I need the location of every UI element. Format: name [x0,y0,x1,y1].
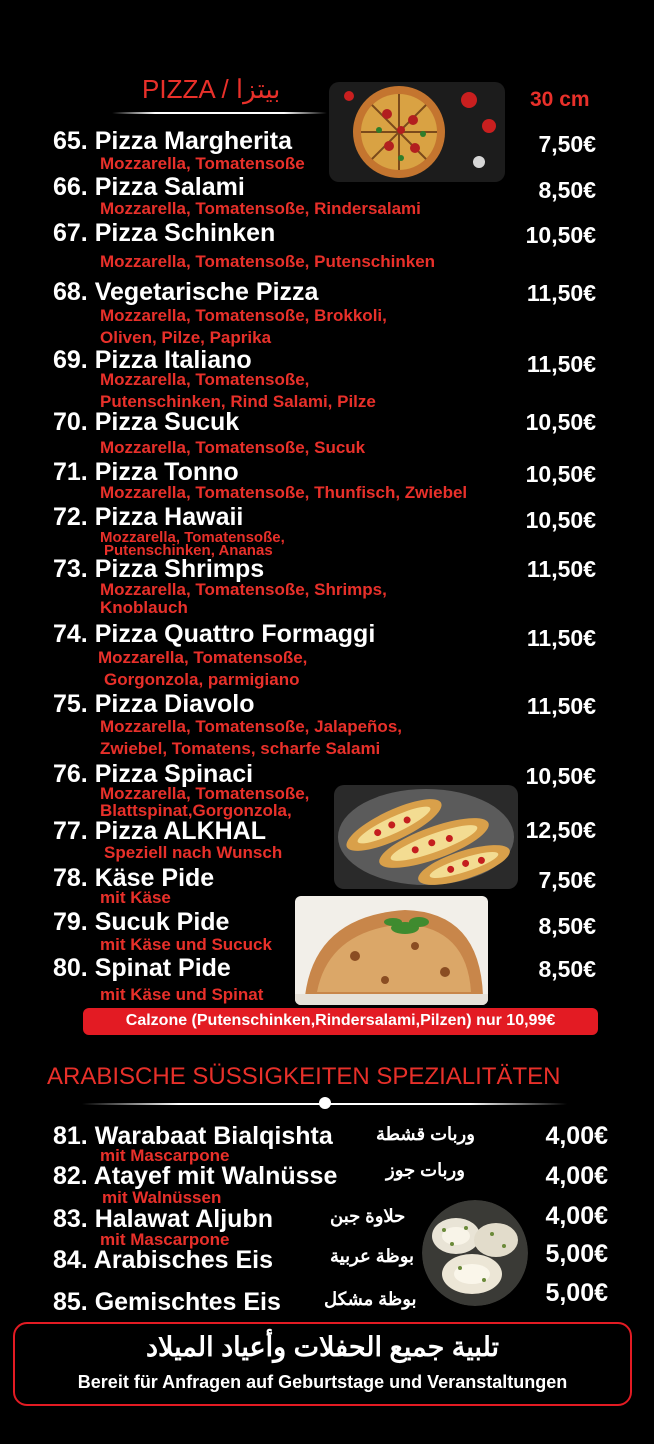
sweet-item-price: 5,00€ [545,1240,608,1268]
pizza-item-name: 72. Pizza Hawaii [53,503,244,531]
pizza-item-desc: Mozzarella, Tomatensoße, Brokkoli, [100,306,387,325]
sweet-item-arabic: بوظة مشكل [324,1289,417,1309]
pizza-item-desc: Mozzarella, Tomatensoße, Thunfisch, Zwie… [100,483,468,502]
pizza-item-price: 8,50€ [538,177,596,203]
pizza-item-price: 11,50€ [526,280,596,306]
pizza-item-price: 10,50€ [525,461,596,487]
pizza-item-price: 10,50€ [525,507,596,533]
pizza-item-desc: Oliven, Pilze, Paprika [100,328,272,347]
pizza-item-desc: Mozzarella, Tomatensoße, [100,370,310,389]
pizza-item-price: 7,50€ [538,867,596,893]
pizza-item-price: 10,50€ [525,409,596,435]
pizza-item-name: 73. Pizza Shrimps [53,555,265,583]
pizza-item-desc: Mozzarella, Tomatensoße, Putenschinken [100,252,436,271]
pide-photo [334,785,518,889]
sweet-item-price: 5,00€ [545,1279,608,1307]
sweet-item-price: 4,00€ [545,1122,608,1150]
pizza-item-price: 8,50€ [538,956,596,982]
sweet-item-arabic: حلاوة جبن [330,1206,406,1226]
pizza-item-desc: Mozzarella, Tomatensoße, Rindersalami [100,199,421,218]
footer-german-text: Bereit für Anfragen auf Geburtstage und … [77,1372,568,1392]
sweet-item-name: 82. Atayef mit Walnüsse [53,1162,338,1190]
sweet-item-arabic: بوظة عربية [330,1246,415,1266]
pizza-item-name: 74. Pizza Quattro Formaggi [53,620,376,648]
pizza-item-name: 70. Pizza Sucuk [53,408,240,436]
sweet-item-arabic: وربات قشطة [376,1124,475,1144]
pizza-item-name: 68. Vegetarische Pizza [53,278,319,306]
pizza-item-desc: Speziell nach Wunsch [104,843,283,862]
pizza-item-price: 11,50€ [526,351,596,377]
calzone-photo [295,896,488,1005]
pizza-item-name: 79. Sucuk Pide [53,908,230,936]
pizza-title-divider [112,112,327,114]
footer-box: تلبية جميع الحفلات وأعياد الميلاد Bereit… [13,1322,632,1406]
sweet-item-name: 83. Halawat Aljubn [53,1205,273,1233]
pizza-item-desc: Mozzarella, Tomatensoße, [98,648,308,667]
footer-arabic-text: تلبية جميع الحفلات وأعياد الميلاد [145,1332,500,1362]
pizza-item-desc: Knoblauch [100,598,188,617]
pizza-item-name: 71. Pizza Tonno [53,458,239,486]
pizza-item-desc: Zwiebel, Tomatens, scharfe Salami [100,739,381,758]
sweet-item-price: 4,00€ [545,1202,608,1230]
divider-ornament [319,1097,331,1109]
sweets-section-title: ARABISCHE SÜSSIGKEITEN SPEZIALITÄTEN [47,1063,561,1090]
calzone-banner: Calzone (Putenschinken,Rindersalami,Pilz… [83,1008,598,1035]
pizza-item-desc: mit Käse [100,888,171,907]
pizza-item-price: 10,50€ [525,222,596,248]
pizza-item-price: 8,50€ [538,913,596,939]
pizza-item-price: 12,50€ [525,817,596,843]
halawat-photo [422,1200,528,1306]
pizza-item-desc: Mozzarella, Tomatensoße, Jalapeños, [100,717,402,736]
pizza-item-desc: mit Käse und Spinat [100,985,264,1004]
pizza-item-name: 66. Pizza Salami [53,173,245,201]
pizza-item-price: 11,50€ [526,556,596,582]
pizza-item-desc: Gorgonzola, parmigiano [104,670,300,689]
pizza-item-name: 65. Pizza Margherita [53,127,292,155]
pizza-item-price: 11,50€ [526,693,596,719]
sweet-item-name: 85. Gemischtes Eis [53,1288,281,1316]
pizza-item-desc: Mozzarella, Tomatensoße, Sucuk [100,438,366,457]
sweet-item-name: 84. Arabisches Eis [53,1246,274,1274]
pizza-item-price: 10,50€ [525,763,596,789]
pizza-item-name: 75. Pizza Diavolo [53,690,255,718]
pizza-item-price: 7,50€ [538,131,596,157]
pizza-item-name: 80. Spinat Pide [53,954,231,982]
pizza-item-name: 77. Pizza ALKHAL [53,817,267,845]
pizza-item-desc: Mozzarella, Tomatensoße [100,154,305,173]
pizza-section-title: PIZZA / بيتزا [142,74,281,104]
pizza-photo [329,82,505,182]
pizza-item-name: 67. Pizza Schinken [53,219,276,247]
sweet-item-arabic: وربات جوز [386,1160,465,1180]
sweet-item-price: 4,00€ [545,1162,608,1190]
pizza-item-desc: Mozzarella, Tomatensoße, Shrimps, [100,580,387,599]
size-label: 30 cm [530,88,590,111]
pizza-item-desc: mit Käse und Sucuck [100,935,272,954]
pizza-item-price: 11,50€ [526,625,596,651]
